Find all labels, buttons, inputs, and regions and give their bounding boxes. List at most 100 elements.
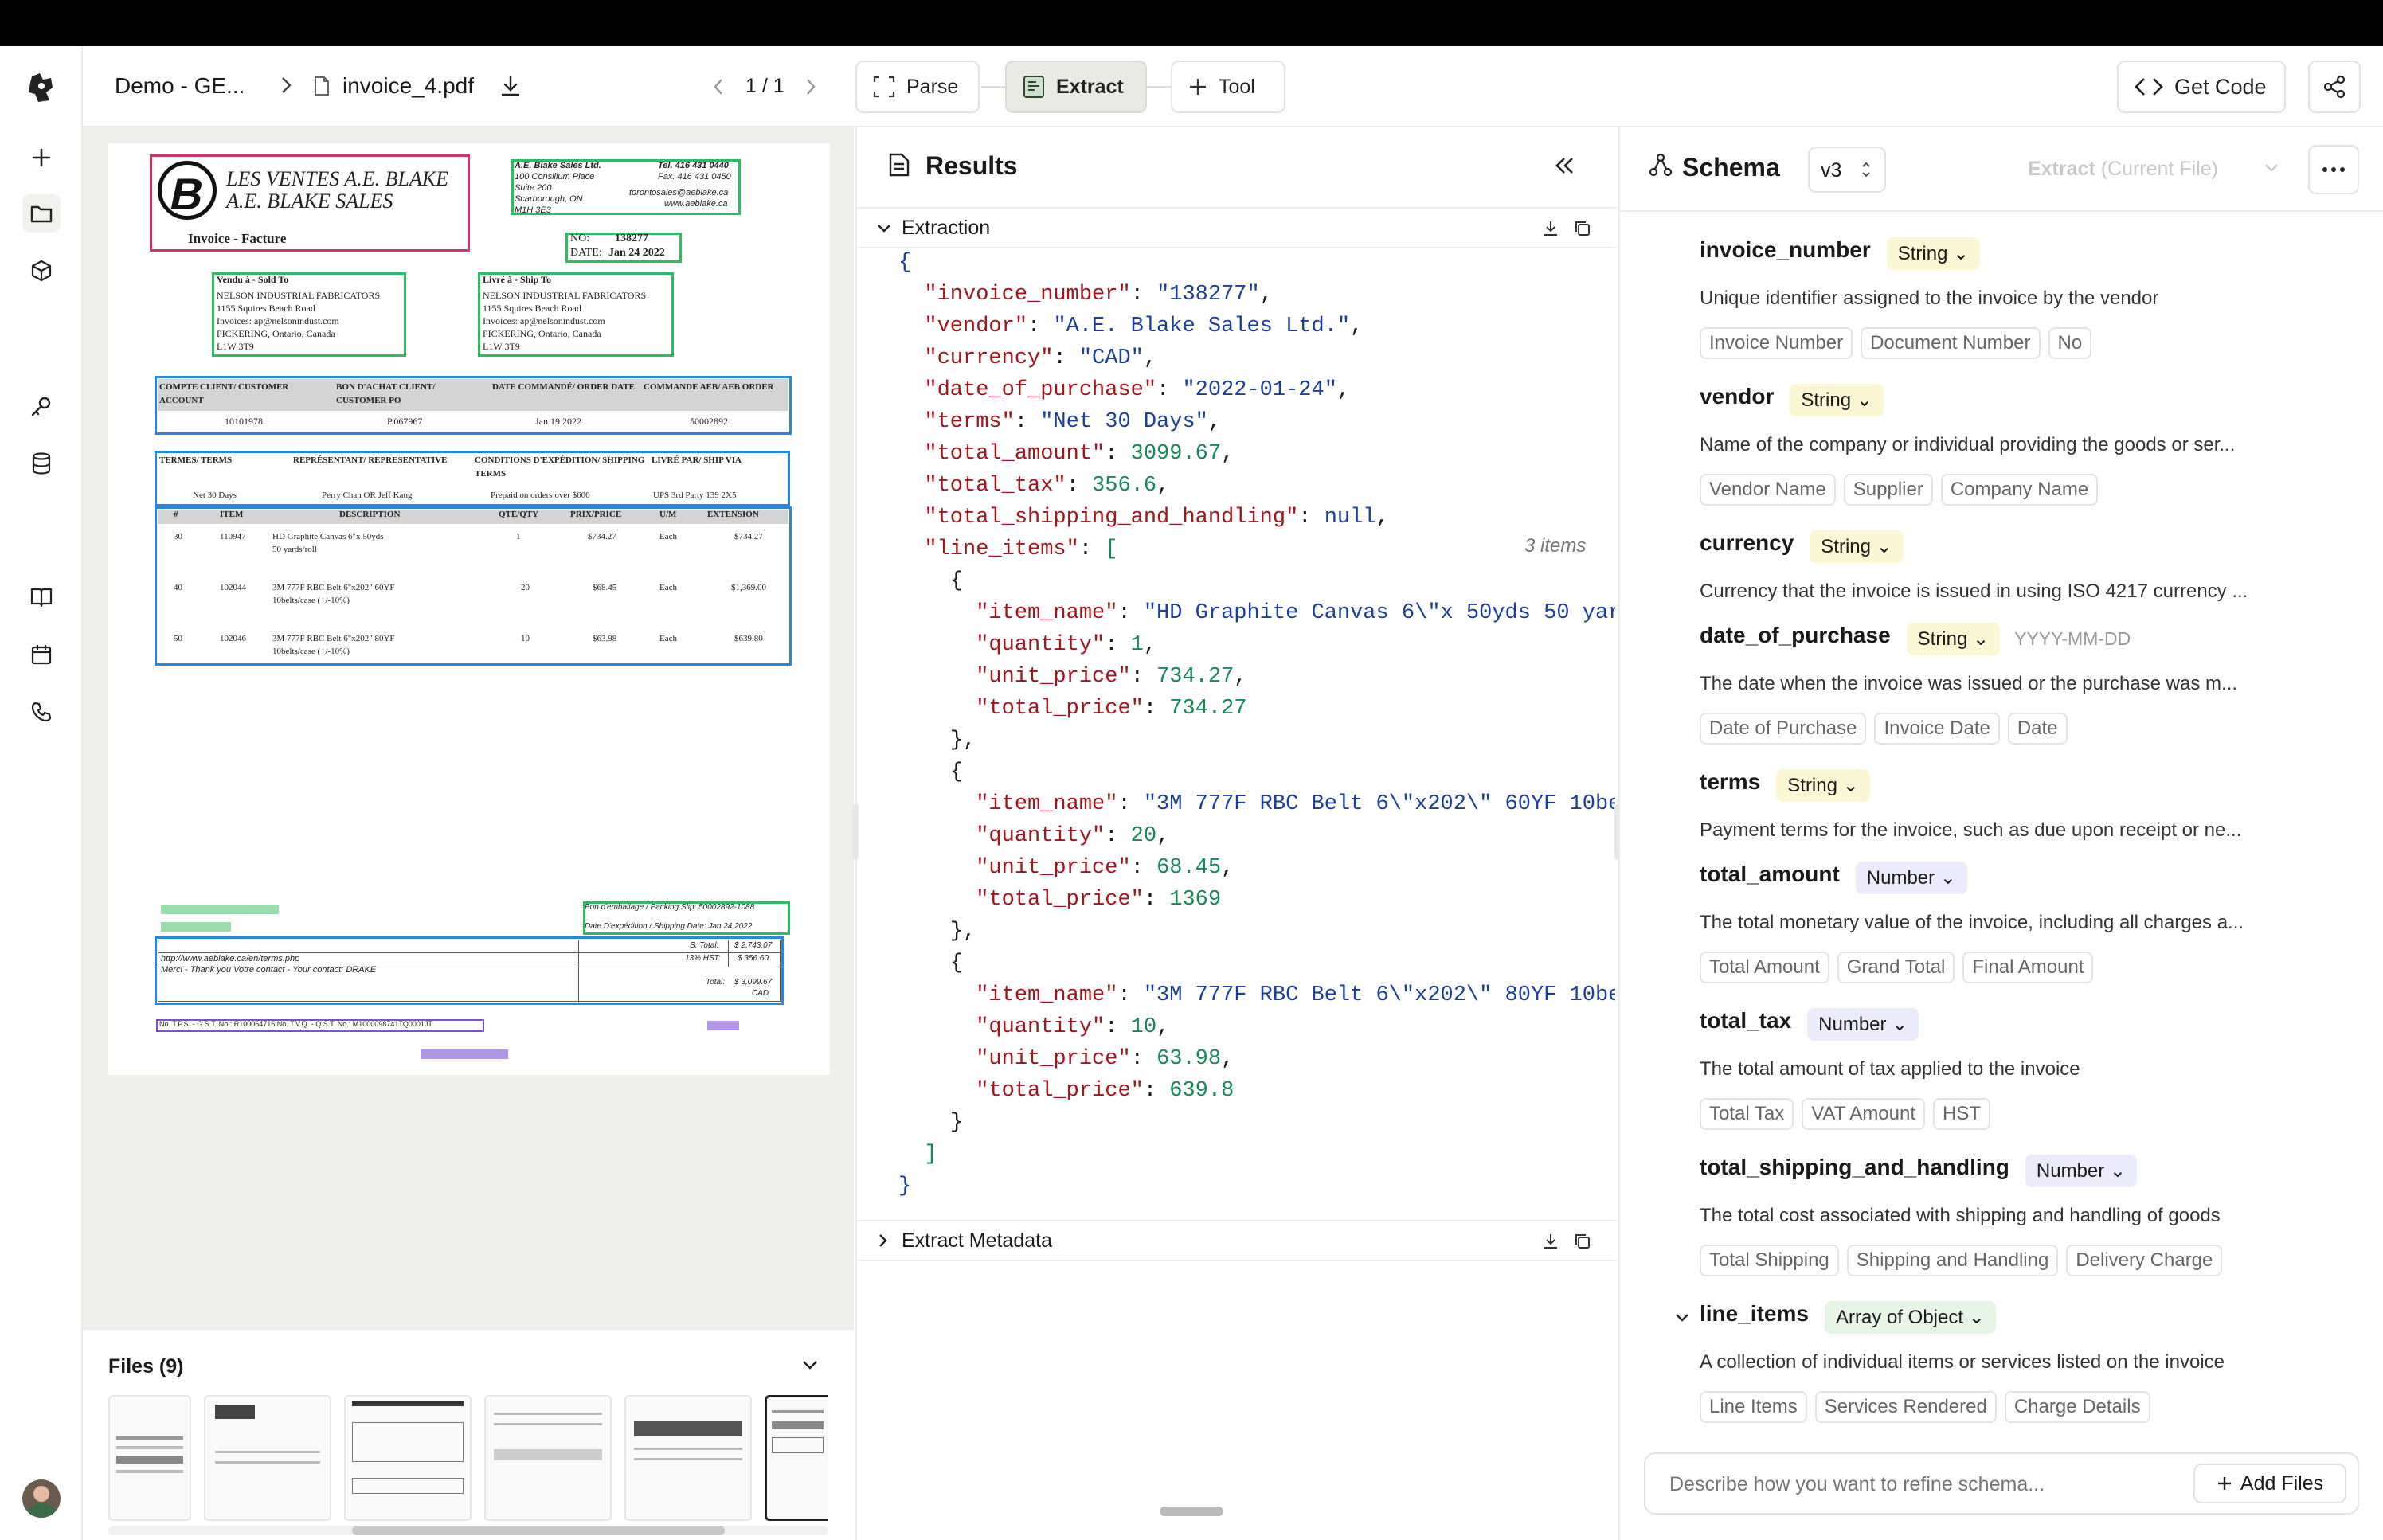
type-select[interactable]: Number ⌄ [1855, 862, 1967, 895]
logo-icon[interactable] [22, 68, 61, 107]
file-thumbnail-selected[interactable] [765, 1395, 828, 1521]
alias-tag[interactable]: VAT Amount [1802, 1098, 1926, 1131]
type-select[interactable]: Array of Object ⌄ [1824, 1301, 1996, 1335]
line-um: Each [659, 532, 677, 541]
avatar[interactable] [22, 1479, 61, 1518]
project-name[interactable]: Demo - GE... [115, 73, 245, 99]
resize-handle[interactable] [1160, 1507, 1223, 1516]
top-bar [0, 0, 2383, 46]
sender-tel: Tel. 416 431 0440 [658, 161, 729, 170]
alias-tag[interactable]: Vendor Name [1700, 474, 1836, 506]
refine-schema-input[interactable] [1669, 1468, 2163, 1500]
alias-tag[interactable]: Charge Details [2004, 1391, 2150, 1424]
total-label: Total: [706, 978, 726, 987]
schema-field-total-tax[interactable]: total_tax Number ⌄ The total amount of ta… [1700, 1008, 2080, 1131]
tool-button[interactable]: Tool [1171, 61, 1285, 113]
splitter-handle[interactable] [852, 804, 859, 860]
schema-field-line-items[interactable]: line_items Array of Object ⌄ A collection… [1700, 1301, 2225, 1424]
schema-title: Schema [1682, 153, 1780, 182]
document-extract-icon [1023, 76, 1044, 98]
type-select[interactable]: String ⌄ [1776, 769, 1870, 803]
download-icon[interactable] [1542, 220, 1559, 241]
value-item-name: "3M 777F RBC Belt 6\"x202\" 60YF 10belt [1143, 792, 1615, 816]
schema-field-invoice-number[interactable]: invoice_number String ⌄ Unique identifier… [1700, 237, 2158, 360]
alias-tag[interactable]: No [2048, 327, 2092, 360]
alias-tag[interactable]: Total Shipping [1700, 1245, 1839, 1277]
extract-button[interactable]: Extract [1005, 61, 1147, 113]
phone-icon[interactable] [22, 693, 61, 731]
alias-tag[interactable]: Delivery Charge [2066, 1245, 2223, 1277]
copy-icon[interactable] [1574, 220, 1591, 241]
type-select[interactable]: Number ⌄ [2025, 1155, 2138, 1188]
field-name: total_shipping_and_handling [1700, 1155, 2009, 1179]
alias-tag[interactable]: Supplier [1843, 474, 1933, 506]
type-select[interactable]: String ⌄ [1886, 237, 1981, 271]
schema-field-total-amount[interactable]: total_amount Number ⌄ The total monetary … [1700, 862, 2244, 984]
extraction-json[interactable]: { "invoice_number": "138277", "vendor": … [898, 247, 1615, 1202]
alias-tag[interactable]: Invoice Date [1874, 713, 2000, 745]
alias-tag[interactable]: Total Amount [1700, 952, 1829, 984]
scrollbar-thumb[interactable] [352, 1526, 725, 1535]
database-icon[interactable] [22, 444, 61, 483]
alias-tag[interactable]: Total Tax [1700, 1098, 1794, 1131]
parse-button[interactable]: Parse [855, 61, 980, 113]
alias-tag[interactable]: Document Number [1861, 327, 2041, 360]
alias-tag[interactable]: Shipping and Handling [1846, 1245, 2059, 1277]
schema-field-currency[interactable]: currency String ⌄ Currency that the invoi… [1700, 530, 2248, 603]
extract-current-label: Extract [2028, 158, 2095, 180]
metadata-section-header[interactable]: Extract Metadata [857, 1221, 1617, 1261]
alias-tag[interactable]: Invoice Number [1700, 327, 1853, 360]
schema-field-vendor[interactable]: vendor String ⌄ Name of the company or in… [1700, 384, 2235, 506]
format-hint[interactable]: YYYY-MM-DD [2014, 628, 2131, 649]
alias-tag[interactable]: Company Name [1940, 474, 2099, 506]
alias-tag[interactable]: Line Items [1700, 1391, 1807, 1424]
extract-current-button[interactable]: Extract (Current File) [2028, 158, 2218, 181]
file-thumbnail[interactable] [344, 1395, 472, 1521]
file-thumbnail[interactable] [484, 1395, 612, 1521]
alias-tag[interactable]: Grand Total [1837, 952, 1955, 984]
sender-city: Scarborough, ON [515, 194, 583, 204]
chevron-down-icon[interactable] [1674, 1312, 1690, 1327]
alias-tag[interactable]: Date of Purchase [1700, 713, 1867, 745]
download-icon[interactable] [1542, 1233, 1559, 1254]
total-currency: CAD [752, 989, 769, 998]
file-thumbnail[interactable] [108, 1395, 191, 1521]
chevron-left-icon[interactable] [712, 76, 725, 101]
key-icon[interactable] [22, 387, 61, 425]
type-select[interactable]: String ⌄ [1810, 530, 1904, 564]
type-select[interactable]: Number ⌄ [1807, 1008, 1919, 1042]
alias-tag[interactable]: Date [2007, 713, 2068, 745]
extraction-section-header[interactable]: Extraction [857, 209, 1617, 248]
get-code-button[interactable]: Get Code [2117, 61, 2286, 113]
chevron-right-icon[interactable] [804, 76, 817, 101]
chevron-down-icon[interactable] [2264, 162, 2279, 178]
copy-icon[interactable] [1574, 1233, 1591, 1254]
book-icon[interactable] [22, 578, 61, 616]
add-files-button[interactable]: Add Files [2193, 1464, 2346, 1503]
version-select[interactable]: v3 [1808, 147, 1886, 193]
alias-tag[interactable]: Final Amount [1962, 952, 2094, 984]
type-select[interactable]: String ⌄ [1790, 384, 1884, 417]
chevron-down-icon[interactable] [801, 1358, 819, 1375]
download-icon[interactable] [500, 75, 521, 101]
folder-icon[interactable] [22, 194, 61, 233]
file-thumbnail[interactable] [624, 1395, 752, 1521]
document-icon [889, 153, 910, 181]
type-select[interactable]: String ⌄ [1906, 623, 2001, 656]
schema-field-date-of-purchase[interactable]: date_of_purchase String ⌄ YYYY-MM-DD The d… [1700, 623, 2237, 745]
schema-field-total-shipping[interactable]: total_shipping_and_handling Number ⌄ The … [1700, 1155, 2223, 1277]
cube-icon[interactable] [22, 252, 61, 290]
hst-value: $ 356.60 [738, 954, 769, 963]
alias-tag[interactable]: HST [1933, 1098, 1991, 1131]
schema-field-terms[interactable]: terms String ⌄ Payment terms for the invo… [1700, 769, 2241, 842]
collapse-panel-icon[interactable] [1553, 156, 1575, 179]
alias-tag[interactable]: Services Rendered [1814, 1391, 1997, 1424]
doc-type: Invoice - Facture [188, 231, 287, 246]
hst-label: 13% HST: [685, 954, 721, 963]
line-desc: 3M 777F RBC Belt 6"x202" 60YF [272, 583, 395, 592]
share-button[interactable] [2308, 61, 2361, 113]
calendar-icon[interactable] [22, 635, 61, 674]
plus-icon[interactable] [22, 139, 61, 177]
file-thumbnail[interactable] [204, 1395, 331, 1521]
more-options-button[interactable] [2308, 145, 2359, 194]
